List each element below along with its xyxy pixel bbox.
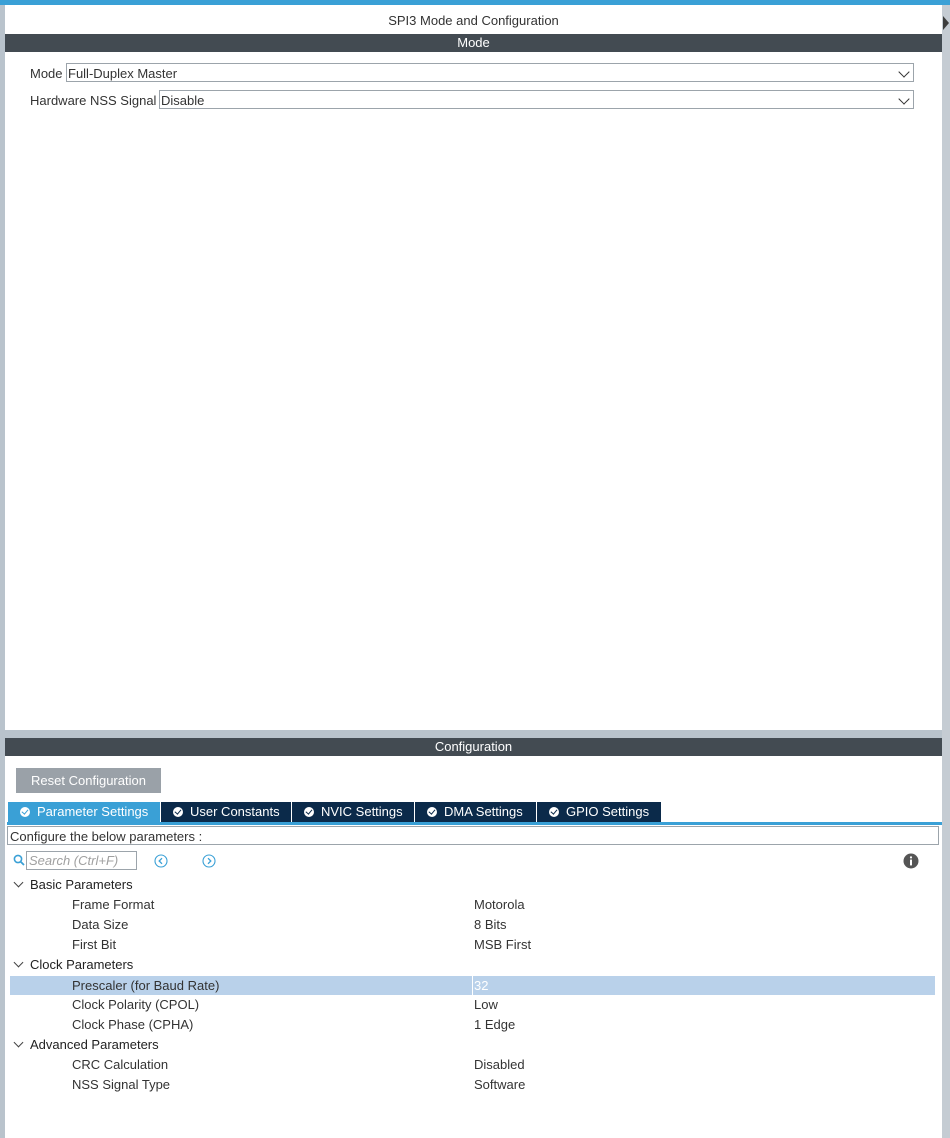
group-advanced-parameters[interactable]: Advanced Parameters (5, 1035, 942, 1055)
check-circle-icon (549, 807, 559, 817)
mode-select[interactable]: Full-Duplex Master (66, 63, 914, 82)
check-circle-icon (173, 807, 183, 817)
chevron-down-icon (13, 957, 24, 968)
section-splitter[interactable] (5, 730, 942, 738)
hardware-nss-select[interactable]: Disable (159, 90, 914, 109)
previous-match-icon[interactable] (154, 854, 168, 868)
param-value[interactable]: Software (474, 1075, 525, 1094)
param-name: NSS Signal Type (72, 1077, 171, 1092)
tab-underline (7, 822, 942, 825)
check-circle-icon (20, 807, 30, 817)
side-panel-strip[interactable] (942, 5, 950, 1138)
tab-label: Parameter Settings (37, 804, 149, 819)
group-basic-parameters[interactable]: Basic Parameters (5, 875, 942, 895)
param-name: Prescaler (for Baud Rate) (72, 978, 220, 993)
param-row-frame-format[interactable]: Frame Format Motorola (10, 895, 935, 914)
tab-label: NVIC Settings (321, 804, 403, 819)
tab-parameter-settings[interactable]: Parameter Settings (8, 802, 160, 822)
tab-gpio-settings[interactable]: GPIO Settings (537, 802, 661, 822)
mode-label: Mode (30, 66, 63, 81)
tab-label: GPIO Settings (566, 804, 650, 819)
mode-select-value: Full-Duplex Master (68, 66, 178, 81)
param-name: Clock Polarity (CPOL) (72, 997, 200, 1012)
param-row-clock-polarity[interactable]: Clock Polarity (CPOL) Low (10, 995, 935, 1014)
tab-dma-settings[interactable]: DMA Settings (415, 802, 536, 822)
param-value[interactable]: Low (474, 995, 498, 1014)
param-name: Data Size (72, 917, 129, 932)
reset-configuration-button[interactable]: Reset Configuration (16, 768, 161, 793)
param-row-data-size[interactable]: Data Size 8 Bits (10, 915, 935, 934)
configuration-section-header: Configuration (5, 738, 942, 756)
group-label: Advanced Parameters (30, 1037, 159, 1052)
group-label: Basic Parameters (30, 877, 133, 892)
param-name: CRC Calculation (72, 1057, 169, 1072)
param-value[interactable]: Disabled (474, 1055, 525, 1074)
param-value[interactable]: 8 Bits (474, 915, 507, 934)
param-value[interactable]: 1 Edge (474, 1015, 515, 1034)
configure-info-text: Configure the below parameters : (7, 826, 939, 845)
tab-nvic-settings[interactable]: NVIC Settings (292, 802, 414, 822)
param-row-nss-signal-type[interactable]: NSS Signal Type Software (10, 1075, 935, 1094)
param-value[interactable]: MSB First (474, 935, 531, 954)
param-row-crc-calculation[interactable]: CRC Calculation Disabled (10, 1055, 935, 1074)
param-value[interactable]: Motorola (474, 895, 525, 914)
chevron-down-icon (898, 93, 910, 105)
search-icon (13, 854, 25, 866)
column-divider (472, 976, 473, 995)
chevron-down-icon (898, 66, 910, 78)
mode-section-header: Mode (5, 34, 942, 52)
next-match-icon[interactable] (202, 854, 216, 868)
spi3-config-panel: SPI3 Mode and Configuration Mode Mode Fu… (5, 5, 942, 1138)
hardware-nss-label: Hardware NSS Signal (30, 93, 157, 108)
search-input[interactable] (26, 851, 137, 870)
group-clock-parameters[interactable]: Clock Parameters (5, 955, 942, 975)
info-icon[interactable] (903, 853, 919, 869)
check-circle-icon (427, 807, 437, 817)
param-row-clock-phase[interactable]: Clock Phase (CPHA) 1 Edge (10, 1015, 935, 1034)
param-name: First Bit (72, 937, 117, 952)
chevron-down-icon (13, 877, 24, 888)
page-title: SPI3 Mode and Configuration (388, 13, 559, 28)
tab-user-constants[interactable]: User Constants (161, 802, 291, 822)
tab-label: User Constants (190, 804, 280, 819)
param-row-first-bit[interactable]: First Bit MSB First (10, 935, 935, 954)
param-name: Clock Phase (CPHA) (72, 1017, 194, 1032)
hardware-nss-select-value: Disable (161, 93, 205, 108)
chevron-down-icon (13, 1037, 24, 1048)
param-name: Frame Format (72, 897, 155, 912)
param-row-prescaler[interactable]: Prescaler (for Baud Rate) 32 (10, 976, 935, 995)
tab-label: DMA Settings (444, 804, 523, 819)
check-circle-icon (304, 807, 314, 817)
group-label: Clock Parameters (30, 957, 134, 972)
param-value[interactable]: 32 (474, 976, 488, 995)
collapse-arrow-icon[interactable] (943, 16, 949, 30)
